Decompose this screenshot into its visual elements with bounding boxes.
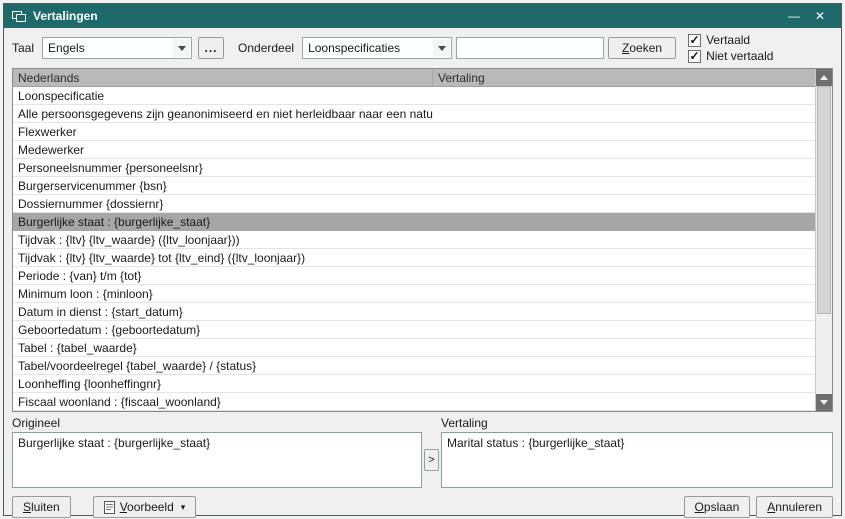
editor-section: Burgerlijke staat : {burgerlijke_staat} …: [4, 432, 841, 488]
cell-nederlands: Flexwerker: [13, 125, 433, 139]
column-header-nederlands[interactable]: Nederlands: [13, 69, 433, 86]
table-row[interactable]: Minimum loon : {minloon}: [13, 285, 815, 303]
filter-checkboxes: Vertaald Niet vertaald: [688, 33, 773, 63]
origineel-textarea[interactable]: Burgerlijke staat : {burgerlijke_staat}: [12, 432, 422, 488]
cell-nederlands: Tabel/voordeelregel {tabel_waarde} / {st…: [13, 359, 433, 373]
footer: Sluiten Voorbeeld ▾ Opslaan Annuleren: [4, 488, 841, 518]
vertaling-label: Vertaling: [441, 416, 833, 430]
table-row[interactable]: Burgerlijke staat : {burgerlijke_staat}: [13, 213, 815, 231]
table-main: Nederlands Vertaling Loonspecificatie Al…: [13, 69, 815, 411]
cell-nederlands: Loonheffing {loonheffingnr}: [13, 377, 433, 391]
cell-nederlands: Geboortedatum : {geboortedatum}: [13, 323, 433, 337]
vertalingen-dialog: Vertalingen — ✕ Taal Engels ... Onderdee…: [3, 3, 842, 516]
cell-nederlands: Minimum loon : {minloon}: [13, 287, 433, 301]
vertaling-textarea[interactable]: Marital status : {burgerlijke_staat}: [441, 432, 833, 488]
translations-table: Nederlands Vertaling Loonspecificatie Al…: [12, 68, 833, 412]
scrollbar-thumb[interactable]: [817, 86, 831, 314]
vertaald-checkbox[interactable]: Vertaald: [688, 33, 773, 47]
table-row[interactable]: Loonspecificatie: [13, 87, 815, 105]
cell-nederlands: Tijdvak : {ltv} {ltv_waarde} tot {ltv_ei…: [13, 251, 433, 265]
transfer-button[interactable]: >: [424, 449, 439, 471]
table-row[interactable]: Medewerker: [13, 141, 815, 159]
table-row[interactable]: Loonheffing {loonheffingnr}: [13, 375, 815, 393]
cell-nederlands: Loonspecificatie: [13, 89, 433, 103]
checkbox-checked-icon: [688, 50, 701, 63]
toolbar: Taal Engels ... Onderdeel Loonspecificat…: [4, 28, 841, 68]
table-row[interactable]: Dossiernummer {dossiernr}: [13, 195, 815, 213]
table-row[interactable]: Alle persoonsgegevens zijn geanonimiseer…: [13, 105, 815, 123]
table-row[interactable]: Tabel/voordeelregel {tabel_waarde} / {st…: [13, 357, 815, 375]
screen: Vertalingen — ✕ Taal Engels ... Onderdee…: [0, 0, 845, 519]
cell-nederlands: Fiscaal woonland : {fiscaal_woonland}: [13, 395, 433, 409]
table-row[interactable]: Geboortedatum : {geboortedatum}: [13, 321, 815, 339]
table-header: Nederlands Vertaling: [13, 69, 815, 87]
cell-nederlands: Medewerker: [13, 143, 433, 157]
origineel-label: Origineel: [12, 416, 441, 430]
more-languages-button[interactable]: ...: [198, 37, 224, 59]
minimize-icon[interactable]: —: [781, 4, 807, 28]
scroll-up-icon[interactable]: [816, 69, 832, 86]
vertical-scrollbar[interactable]: [815, 69, 832, 411]
table-row[interactable]: Fiscaal woonland : {fiscaal_woonland}: [13, 393, 815, 411]
cell-nederlands: Alle persoonsgegevens zijn geanonimiseer…: [13, 107, 433, 121]
table-body: Loonspecificatie Alle persoonsgegevens z…: [13, 87, 815, 411]
vertaald-label: Vertaald: [706, 33, 750, 47]
table-row[interactable]: Datum in dienst : {start_datum}: [13, 303, 815, 321]
table-row[interactable]: Burgerservicenummer {bsn}: [13, 177, 815, 195]
chevron-down-icon: ▾: [181, 502, 186, 513]
table-row[interactable]: Flexwerker: [13, 123, 815, 141]
close-icon[interactable]: ✕: [807, 4, 833, 28]
table-row[interactable]: Tijdvak : {ltv} {ltv_waarde} tot {ltv_ei…: [13, 249, 815, 267]
zoeken-button[interactable]: Zoeken: [608, 37, 676, 59]
cell-nederlands: Tabel : {tabel_waarde}: [13, 341, 433, 355]
title-bar: Vertalingen — ✕: [4, 4, 841, 28]
cell-nederlands: Burgerlijke staat : {burgerlijke_staat}: [13, 215, 433, 229]
onderdeel-label: Onderdeel: [238, 41, 294, 55]
table-row[interactable]: Tabel : {tabel_waarde}: [13, 339, 815, 357]
cell-nederlands: Periode : {van} t/m {tot}: [13, 269, 433, 283]
window-title: Vertalingen: [33, 9, 781, 23]
scrollbar-track[interactable]: [816, 86, 832, 394]
search-input[interactable]: [456, 37, 604, 59]
column-header-vertaling[interactable]: Vertaling: [433, 69, 815, 86]
scroll-down-icon[interactable]: [816, 394, 832, 411]
cell-nederlands: Personeelsnummer {personeelsnr}: [13, 161, 433, 175]
checkbox-checked-icon: [688, 34, 701, 47]
cell-nederlands: Dossiernummer {dossiernr}: [13, 197, 433, 211]
taal-dropdown[interactable]: Engels: [42, 37, 192, 59]
onderdeel-dropdown-value: Loonspecificaties: [308, 41, 400, 55]
niet-vertaald-label: Niet vertaald: [706, 49, 773, 63]
voorbeeld-button[interactable]: Voorbeeld ▾: [93, 496, 197, 518]
table-row[interactable]: Periode : {van} t/m {tot}: [13, 267, 815, 285]
chevron-down-icon: [173, 39, 190, 57]
taal-dropdown-value: Engels: [48, 41, 85, 55]
chevron-down-icon: [433, 39, 450, 57]
cell-nederlands: Tijdvak : {ltv} {ltv_waarde} ({ltv_loonj…: [13, 233, 433, 247]
taal-label: Taal: [12, 41, 34, 55]
table-row[interactable]: Personeelsnummer {personeelsnr}: [13, 159, 815, 177]
table-row[interactable]: Tijdvak : {ltv} {ltv_waarde} ({ltv_loonj…: [13, 231, 815, 249]
transfer-column: >: [422, 432, 441, 488]
translations-icon: [12, 11, 26, 22]
preview-icon: [104, 501, 115, 514]
sluiten-button[interactable]: Sluiten: [12, 496, 71, 518]
annuleren-button[interactable]: Annuleren: [756, 496, 833, 518]
cell-nederlands: Burgerservicenummer {bsn}: [13, 179, 433, 193]
opslaan-button[interactable]: Opslaan: [684, 496, 751, 518]
cell-nederlands: Datum in dienst : {start_datum}: [13, 305, 433, 319]
editor-labels: Origineel Vertaling: [4, 412, 841, 432]
niet-vertaald-checkbox[interactable]: Niet vertaald: [688, 49, 773, 63]
onderdeel-dropdown[interactable]: Loonspecificaties: [302, 37, 452, 59]
